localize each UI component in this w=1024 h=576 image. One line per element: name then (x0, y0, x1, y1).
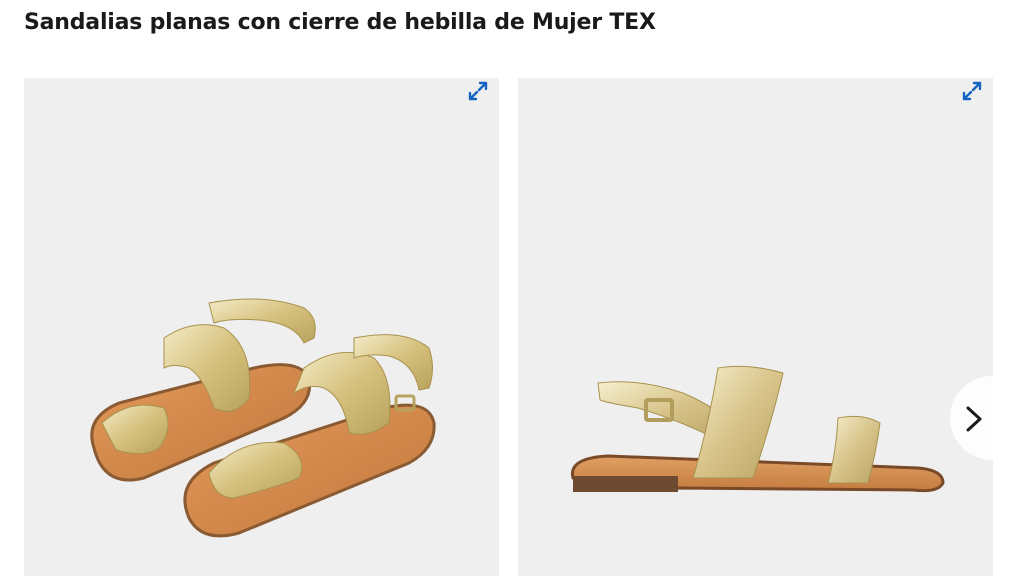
next-image-button[interactable] (950, 376, 1024, 460)
sandal-side-image (570, 365, 945, 493)
gallery-image-1[interactable] (24, 78, 499, 576)
product-title: Sandalias planas con cierre de hebilla d… (24, 10, 656, 35)
image-gallery (24, 78, 1024, 576)
expand-arrows-icon[interactable] (961, 80, 983, 102)
sandals-pair-image (90, 298, 436, 538)
gallery-image-2[interactable] (518, 78, 993, 576)
product-page: Sandalias planas con cierre de hebilla d… (0, 0, 1024, 576)
expand-arrows-icon[interactable] (467, 80, 489, 102)
chevron-right-icon (966, 406, 982, 432)
